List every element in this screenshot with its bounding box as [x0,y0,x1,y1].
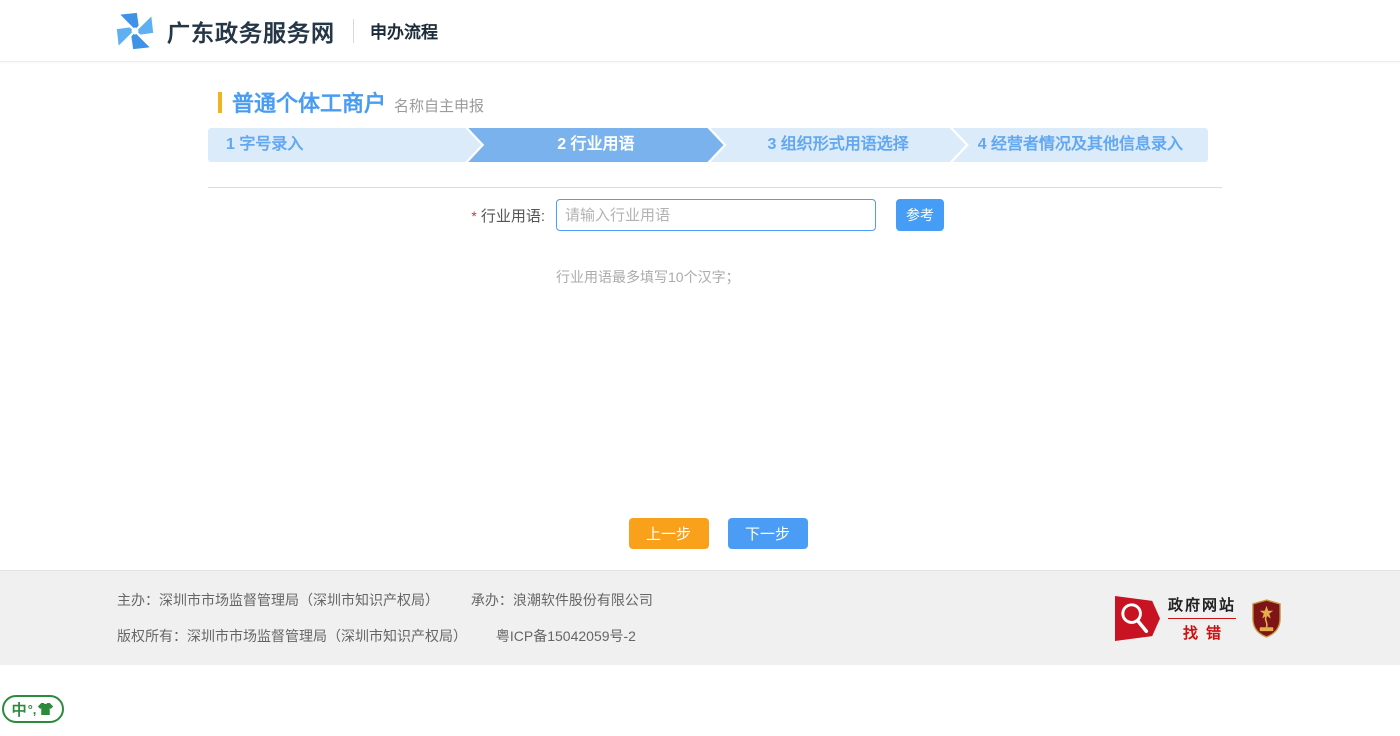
footer-badges: 政府网站 找错 [1115,594,1283,643]
industry-term-label-text: 行业用语: [481,208,545,225]
next-step-button[interactable]: 下一步 [728,518,808,549]
government-emblem-icon[interactable] [1250,599,1283,638]
wizard-actions: 上一步 下一步 [193,518,1207,549]
required-asterisk: * [471,208,476,224]
footer-copyright: 版权所有：深圳市市场监督管理局（深圳市知识产权局） [117,628,467,644]
pinwheel-logo-icon [115,11,155,51]
footer-info: 主办：深圳市市场监督管理局（深圳市知识产权局） 承办：浪潮软件股份有限公司 版权… [117,591,653,645]
wizard-step-2-active[interactable]: 2 行业用语 [468,128,723,162]
footer: 主办：深圳市市场监督管理局（深圳市知识产权局） 承办：浪潮软件股份有限公司 版权… [0,570,1400,665]
tshirt-icon [37,702,54,716]
find-error-badge[interactable]: 政府网站 找错 [1115,594,1236,643]
ime-mode-indicator: 中 [12,699,27,720]
footer-icp-number: 粤ICP备15042059号-2 [496,628,636,644]
site-name: 广东政务服务网 [167,14,335,48]
page-title-row: 普通个体工商户 名称自主申报 [218,86,1207,118]
ime-toolbar[interactable]: 中 °, [2,695,64,723]
industry-term-hint: 行业用语最多填写10个汉字； [556,267,1207,287]
find-error-line2: 找错 [1168,622,1236,643]
page-subtitle: 名称自主申报 [394,95,484,118]
footer-undertaker: 承办：浪潮软件股份有限公司 [471,592,653,608]
step-wizard: 1 字号录入 2 行业用语 3 组织形式用语选择 4 经营者情况及其他信息录入 [208,128,1208,162]
wizard-step-4[interactable]: 4 经营者情况及其他信息录入 [953,128,1208,162]
wizard-step-3[interactable]: 3 组织形式用语选择 [711,128,966,162]
title-accent-bar [218,92,222,113]
find-error-line1: 政府网站 [1168,594,1236,619]
page-title: 普通个体工商户 [232,86,386,118]
industry-term-label: * 行业用语: [193,205,545,226]
header: 广东政务服务网 申办流程 [0,0,1400,62]
industry-term-input[interactable] [556,199,876,231]
header-divider [353,19,354,43]
previous-step-button[interactable]: 上一步 [629,518,709,549]
industry-term-form-row: * 行业用语: 参考 [193,199,1207,231]
footer-host: 主办：深圳市市场监督管理局（深圳市知识产权局） [117,592,439,608]
ime-punctuation-indicator: °, [28,702,37,717]
section-divider [208,187,1222,188]
main-content: 普通个体工商户 名称自主申报 1 字号录入 2 行业用语 3 组织形式用语选择 … [193,86,1207,549]
section-title: 申办流程 [370,18,438,43]
magnifier-flag-icon [1115,595,1160,642]
find-error-texts: 政府网站 找错 [1168,594,1236,643]
reference-button[interactable]: 参考 [896,199,944,231]
wizard-step-1[interactable]: 1 字号录入 [208,128,481,162]
